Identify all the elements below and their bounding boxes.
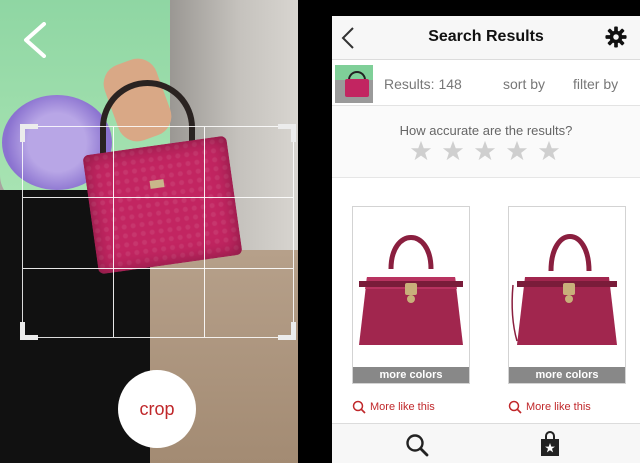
result-card[interactable]: more colors: [508, 206, 626, 384]
thumbnail-bag: [345, 79, 369, 97]
page-title: Search Results: [428, 28, 544, 45]
star-icon[interactable]: [474, 140, 496, 162]
crop-handle-top-right[interactable]: [278, 124, 296, 142]
more-like-this-label: More like this: [526, 401, 591, 413]
query-thumbnail[interactable]: [335, 65, 373, 103]
crop-button[interactable]: crop: [118, 370, 196, 448]
more-colors-button[interactable]: more colors: [353, 367, 469, 383]
product-image: [359, 235, 463, 345]
star-icon[interactable]: [410, 140, 432, 162]
crop-button-label: crop: [139, 398, 175, 419]
star-icon[interactable]: [442, 140, 464, 162]
crop-grid-line: [113, 127, 114, 337]
search-icon: [508, 400, 522, 414]
more-like-this-link[interactable]: More like this: [352, 400, 435, 414]
crop-grid-line: [204, 127, 205, 337]
more-like-this-label: More like this: [370, 401, 435, 413]
gear-icon[interactable]: [605, 26, 627, 48]
star-icon[interactable]: [506, 140, 528, 162]
more-colors-button[interactable]: more colors: [509, 367, 625, 383]
rating-panel: How accurate are the results?: [332, 106, 640, 178]
crop-frame[interactable]: [20, 124, 296, 340]
camera-crop-view: crop: [0, 0, 298, 463]
crop-handle-bottom-right[interactable]: [278, 322, 296, 340]
result-card[interactable]: more colors: [352, 206, 470, 384]
search-icon: [352, 400, 366, 414]
search-icon[interactable]: [405, 433, 429, 457]
star-icon[interactable]: [538, 140, 560, 162]
sort-button[interactable]: sort by: [503, 76, 545, 92]
crop-handle-bottom-left[interactable]: [20, 322, 38, 340]
more-like-this-link[interactable]: More like this: [508, 400, 591, 414]
chevron-left-icon[interactable]: [20, 22, 54, 58]
crop-handle-top-left[interactable]: [20, 124, 38, 142]
product-image: [511, 234, 617, 345]
star-rating: [410, 140, 560, 162]
search-results-screen: Search Results Results: 148 sort by filt…: [332, 16, 640, 463]
crop-grid-line: [23, 268, 293, 269]
crop-grid-line: [23, 197, 293, 198]
filter-button[interactable]: filter by: [573, 76, 618, 92]
shopping-bag-star-icon[interactable]: [539, 431, 561, 457]
results-count: Results: 148: [384, 76, 462, 92]
bottom-tab-bar: [332, 423, 640, 463]
results-bar: Results: 148 sort by filter by: [332, 60, 640, 106]
header-bar: Search Results: [332, 16, 640, 60]
rating-question: How accurate are the results?: [399, 123, 573, 138]
